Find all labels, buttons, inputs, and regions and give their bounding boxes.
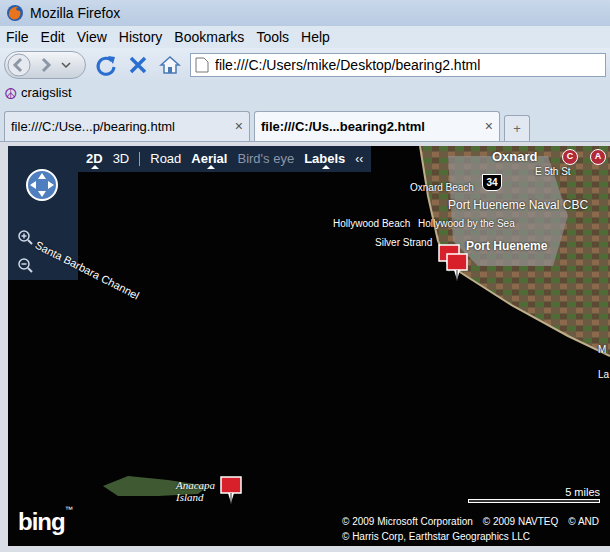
tab-close[interactable]: ×	[235, 116, 243, 137]
back-icon	[7, 53, 31, 77]
copyright-line: © AND	[568, 514, 599, 529]
firefox-icon	[6, 4, 24, 22]
menu-item[interactable]: Tools	[256, 27, 289, 48]
map-style[interactable]: Aerial	[191, 149, 227, 169]
map-style[interactable]: Road	[150, 149, 181, 169]
place-label: Silver Strand	[375, 235, 432, 250]
content-area: 2D 3D Road Aerial Bird's eye Labels ‹‹ OxnardE …	[0, 142, 610, 552]
logo-mark: ™	[65, 504, 73, 516]
selected-marker	[207, 165, 215, 169]
menu-item[interactable]: Edit	[41, 27, 65, 48]
tab-strip: file:///C:/Use...p/bearing.html×file:///…	[0, 104, 610, 142]
back-forward[interactable]	[4, 51, 86, 79]
copyright: © 2009 Microsoft Corporation © 2009 NAVTE…	[342, 514, 606, 544]
place-label: Port Hueneme	[466, 237, 547, 255]
selected-marker	[91, 165, 99, 169]
poi-marker[interactable]: A	[590, 149, 606, 165]
menu-bar: File Edit View History Bookmarks Tools Help	[0, 26, 610, 48]
home-icon	[158, 53, 182, 77]
title-bar: Mozilla Firefox	[0, 0, 610, 26]
menu-item[interactable]: File	[6, 27, 29, 48]
stop-icon	[126, 53, 150, 77]
road-shield: 34	[482, 174, 502, 191]
url-text[interactable]: file:///C:/Users/mike/Desktop/bearing2.h…	[215, 55, 480, 76]
place-label: Oxnard Beach	[410, 180, 474, 195]
view-mode[interactable]: 2D	[86, 149, 103, 169]
map-style: Bird's eye	[237, 149, 294, 169]
bookmark-label: craigslist	[21, 83, 72, 103]
zoom-in-icon	[18, 230, 34, 246]
tab-label: file:///C:/Us...bearing2.html	[261, 117, 425, 137]
compass-icon	[25, 168, 59, 202]
scale-bar: 5 miles	[468, 486, 600, 503]
selected-marker	[322, 165, 330, 169]
map[interactable]: 2D 3D Road Aerial Bird's eye Labels ‹‹ OxnardE …	[8, 146, 610, 546]
place-label: Port Hueneme Naval CBC	[448, 196, 588, 214]
poi-marker[interactable]: C	[562, 149, 578, 165]
map-toolbar: 2D 3D Road Aerial Bird's eye Labels ‹‹	[78, 146, 371, 172]
zoom-out-icon	[18, 258, 34, 274]
place-label: Hollywood by the Sea	[418, 216, 515, 231]
pushpin-icon[interactable]	[446, 253, 468, 283]
window-title: Mozilla Firefox	[30, 3, 120, 24]
menu-item[interactable]: History	[119, 27, 163, 48]
place-label: Oxnard	[492, 147, 538, 167]
place-label: M	[598, 342, 606, 357]
bookmarks-bar: ☮ craigslist	[0, 82, 610, 104]
separator	[139, 152, 140, 166]
pushpin-icon[interactable]	[220, 476, 242, 506]
page-icon	[195, 57, 209, 73]
bookmark-item[interactable]: ☮ craigslist	[4, 83, 72, 103]
place-label: La	[598, 367, 609, 382]
copyright-line: © 2009 Microsoft Corporation	[342, 514, 473, 529]
scale-label: 5 miles	[565, 486, 600, 499]
tab[interactable]: file:///C:/Use...p/bearing.html ×	[4, 111, 250, 141]
place-label: Hollywood Beach	[333, 216, 410, 231]
logo-text: bing	[18, 504, 65, 540]
scale-line	[468, 499, 600, 503]
copyright-line: © 2009 NAVTEQ	[483, 514, 559, 529]
menu-item[interactable]: Help	[301, 27, 330, 48]
forward-icon	[35, 55, 75, 75]
peace-icon: ☮	[4, 86, 17, 101]
view-mode[interactable]: 3D	[113, 149, 130, 169]
menu-item[interactable]: Bookmarks	[174, 27, 244, 48]
new-tab-button[interactable]: +	[504, 115, 530, 141]
collapse-button[interactable]: ‹‹	[355, 150, 363, 168]
menu-item[interactable]: View	[77, 27, 107, 48]
tab-label: file:///C:/Use...p/bearing.html	[11, 117, 175, 137]
tab-close[interactable]: ×	[485, 116, 493, 137]
copyright-line: © Harris Corp, Earthstar Geographics LLC	[342, 529, 530, 544]
place-label: E 5th St	[535, 164, 571, 179]
labels-toggle[interactable]: Labels	[304, 149, 345, 169]
nav-toolbar: file:///C:/Users/mike/Desktop/bearing2.h…	[0, 48, 610, 82]
new-tab-label: +	[513, 119, 521, 139]
bing-logo: bing™	[18, 504, 73, 540]
reload-icon	[94, 53, 118, 77]
address-bar[interactable]: file:///C:/Users/mike/Desktop/bearing2.h…	[190, 53, 606, 77]
tab[interactable]: file:///C:/Us...bearing2.html ×	[254, 111, 500, 141]
